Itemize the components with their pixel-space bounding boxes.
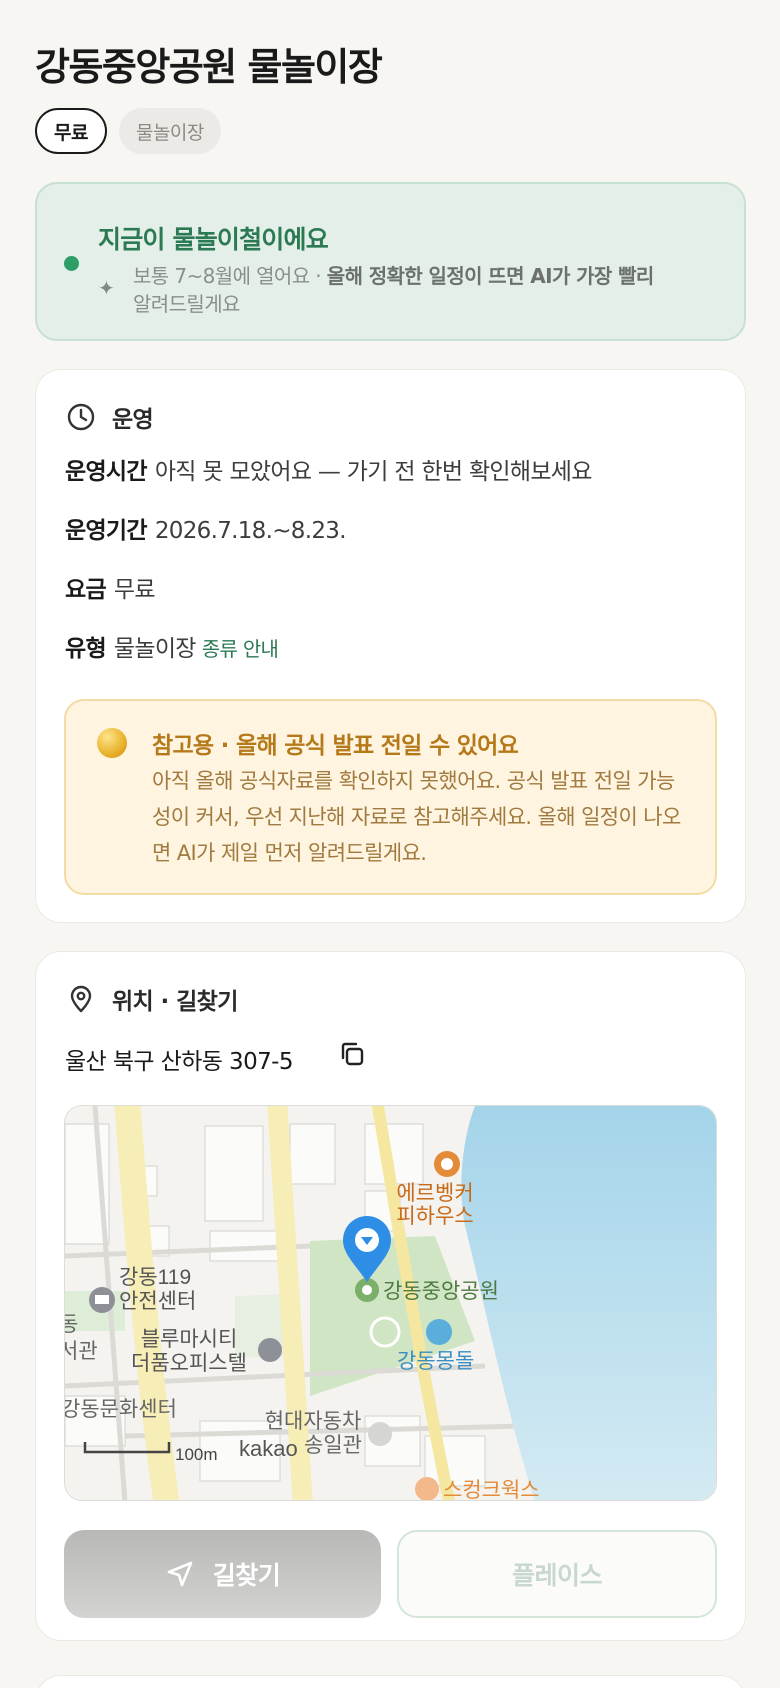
row-type-value: 물놀이장 xyxy=(113,636,197,662)
row-type: 유형 물놀이장 종류 안내 xyxy=(65,629,279,663)
clock-icon xyxy=(67,403,95,431)
map-label-left2: 서관 xyxy=(65,1340,98,1363)
location-card: 위치 · 길찾기 울산 북구 산하동 307-5 에르벵커 피하우스 강동119… xyxy=(35,951,746,1641)
row-period-value: 2026.7.18.~8.23. xyxy=(154,518,347,544)
season-desc-bold: 올해 정확한 일정이 뜨면 AI가 가장 빨리 xyxy=(326,264,655,288)
next-card xyxy=(35,1675,746,1688)
notice-body: 아직 올해 공식자료를 확인하지 못했어요. 공식 발표 전일 가능성이 커서,… xyxy=(152,769,681,865)
operation-header: 운영 xyxy=(66,400,154,434)
map-label-culture: 강동문화센터 xyxy=(65,1398,177,1421)
location-header: 위치 · 길찾기 xyxy=(66,982,238,1016)
map-label-fire: 강동119 xyxy=(119,1266,191,1289)
directions-label: 길찾기 xyxy=(212,1561,281,1590)
page: 강동중앙공원 물놀이장 무료 물놀이장 지금이 물놀이철이에요 ✦ 보통 7~8… xyxy=(0,0,780,1688)
season-desc-plain: 보통 7~8월에 열어요 · xyxy=(133,264,327,288)
map-logo: kakao xyxy=(239,1436,298,1461)
season-banner: 지금이 물놀이철이에요 ✦ 보통 7~8월에 열어요 · 올해 정확한 일정이 … xyxy=(35,182,746,341)
navigation-arrow-icon xyxy=(167,1561,193,1587)
row-type-key: 유형 xyxy=(65,636,107,662)
map-label-blue: 블루마시티 xyxy=(141,1328,238,1351)
map-label-cafe2: 피하우스 xyxy=(396,1205,473,1228)
address-text: 울산 북구 산하동 307-5 xyxy=(65,1049,293,1075)
row-hours: 운영시간 아직 못 모았어요 — 가기 전 한번 확인해보세요 xyxy=(65,452,592,486)
row-fee-key: 요금 xyxy=(65,577,107,603)
map-view[interactable]: 에르벵커 피하우스 강동119 안전센터 동 서관 블루마시티 더품오피스텔 강… xyxy=(64,1105,717,1501)
row-period-key: 운영기간 xyxy=(65,518,148,544)
chip-type[interactable]: 물놀이장 xyxy=(118,108,221,154)
row-hours-key: 운영시간 xyxy=(65,459,148,485)
map-label-cafe: 에르벵커 xyxy=(396,1182,473,1205)
chip-free[interactable]: 무료 xyxy=(35,108,107,154)
map-label-rock: 강동몽돌 xyxy=(397,1350,474,1373)
map-label-skunk: 스컹크웍스 xyxy=(443,1479,540,1501)
row-hours-value: 아직 못 모았어요 — 가기 전 한번 확인해보세요 xyxy=(154,459,593,485)
row-fee-value: 무료 xyxy=(113,577,156,603)
reference-notice: 참고용 · 올해 공식 발표 전일 수 있어요 아직 올해 공식자료를 확인하지… xyxy=(64,699,717,895)
sparkle-icon: ✦ xyxy=(98,276,115,300)
map-label-park: 강동중앙공원 xyxy=(383,1280,499,1303)
place-label: 플레이스 xyxy=(511,1561,603,1590)
operation-card: 운영 운영시간 아직 못 모았어요 — 가기 전 한번 확인해보세요 운영기간 20… xyxy=(35,369,746,923)
season-description: 보통 7~8월에 열어요 · 올해 정확한 일정이 뜨면 AI가 가장 빨리알려… xyxy=(133,262,723,318)
notice-title: 참고용 · 올해 공식 발표 전일 수 있어요 xyxy=(152,733,519,759)
season-desc-tail: 알려드릴게요 xyxy=(133,292,240,316)
map-scale-label: 100m xyxy=(175,1445,218,1464)
copy-address-button[interactable] xyxy=(334,1036,370,1072)
tag-chips: 무료 물놀이장 xyxy=(35,108,221,154)
copy-icon xyxy=(341,1042,364,1066)
map-label-fire2: 안전센터 xyxy=(119,1290,196,1313)
location-pin-icon xyxy=(70,985,92,1013)
row-fee: 요금 무료 xyxy=(65,570,156,604)
map-canvas: 에르벵커 피하우스 강동119 안전센터 동 서관 블루마시티 더품오피스텔 강… xyxy=(65,1106,716,1501)
season-title: 지금이 물놀이철이에요 xyxy=(98,225,329,254)
map-label-blue2: 더품오피스텔 xyxy=(131,1352,247,1375)
map-label-hyundai2: 송일관 xyxy=(304,1434,362,1457)
map-label-left1: 동 xyxy=(65,1313,78,1336)
place-button[interactable]: 플레이스 xyxy=(397,1530,717,1618)
row-period: 운영기간 2026.7.18.~8.23. xyxy=(65,511,347,545)
location-title: 위치 · 길찾기 xyxy=(112,989,238,1015)
map-label-hyundai: 현대자동차 xyxy=(265,1410,362,1433)
status-dot xyxy=(64,256,79,271)
page-title: 강동중앙공원 물놀이장 xyxy=(35,45,383,89)
operation-title: 운영 xyxy=(112,407,154,433)
type-guide-link[interactable]: 종류 안내 xyxy=(202,637,279,661)
coin-icon xyxy=(97,728,127,758)
directions-button[interactable]: 길찾기 xyxy=(64,1530,381,1618)
